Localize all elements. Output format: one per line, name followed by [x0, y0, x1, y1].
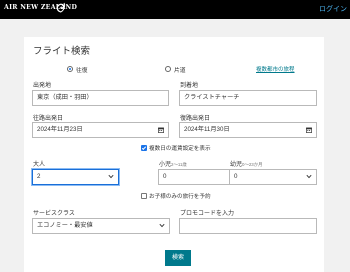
chevron-down-icon — [159, 223, 165, 228]
service-class-select[interactable]: エコノミー・最安値 — [32, 218, 170, 234]
round-trip-radio[interactable] — [67, 66, 73, 72]
origin-input[interactable]: 東京（成田・羽田） — [32, 90, 169, 106]
return-date-value: 2024年11月30日 — [184, 126, 230, 133]
chevron-down-icon — [108, 174, 114, 179]
children-age-hint: 2〜11歳 — [171, 162, 187, 167]
adults-label: 大人 — [33, 162, 46, 168]
destination-label: 到着地 — [180, 83, 199, 89]
children-only-label: お子様のみの旅行を予約 — [149, 194, 211, 200]
infants-select[interactable]: 0 — [229, 169, 317, 185]
airline-logo[interactable]: AIR NEW ZEALAND — [4, 4, 77, 11]
children-only-checkbox[interactable] — [141, 193, 147, 199]
round-trip-label: 往復 — [76, 68, 88, 74]
adults-select[interactable]: 2 — [32, 169, 119, 185]
service-class-label: サービスクラス — [33, 211, 75, 217]
page-title: フライト検索 — [33, 46, 91, 57]
top-bar: AIR NEW ZEALAND ログイン — [0, 0, 350, 19]
depart-date-label: 往路出発日 — [33, 116, 64, 122]
return-date-label: 復路出発日 — [180, 116, 211, 122]
multi-city-link[interactable]: 複数都市の旅程 — [256, 65, 295, 73]
infants-age-hint: 0〜23か月 — [242, 162, 263, 167]
return-date-input[interactable]: 2024年11月30日 — [179, 122, 317, 138]
infants-value: 0 — [234, 173, 238, 180]
children-label: 小児2〜11歳 — [159, 159, 187, 168]
infants-label: 幼児0〜23か月 — [230, 159, 263, 168]
origin-label: 出発地 — [33, 83, 52, 89]
promo-code-input[interactable] — [179, 218, 317, 234]
calendar-icon — [158, 127, 164, 133]
login-link[interactable]: ログイン — [319, 4, 347, 14]
adults-value: 2 — [37, 173, 41, 180]
show-multi-day-fares-checkbox[interactable] — [141, 145, 147, 151]
destination-input[interactable]: クライストチャーチ — [179, 90, 317, 106]
depart-date-value: 2024年11月23日 — [37, 126, 83, 133]
chevron-down-icon — [306, 174, 312, 179]
show-multi-day-fares-label: 複数日の運賃設定を表示 — [149, 146, 211, 152]
infants-label-text: 幼児 — [230, 162, 243, 168]
promo-code-label: プロモコードを入力 — [180, 211, 235, 217]
koru-logo-icon — [56, 2, 66, 13]
service-class-value: エコノミー・最安値 — [37, 222, 93, 229]
children-value: 0 — [163, 173, 167, 180]
search-button[interactable]: 検索 — [165, 250, 191, 266]
depart-date-input[interactable]: 2024年11月23日 — [32, 122, 169, 138]
one-way-label: 片道 — [174, 68, 186, 74]
calendar-icon — [306, 127, 312, 133]
children-label-text: 小児 — [159, 162, 172, 168]
one-way-radio[interactable] — [165, 66, 171, 72]
